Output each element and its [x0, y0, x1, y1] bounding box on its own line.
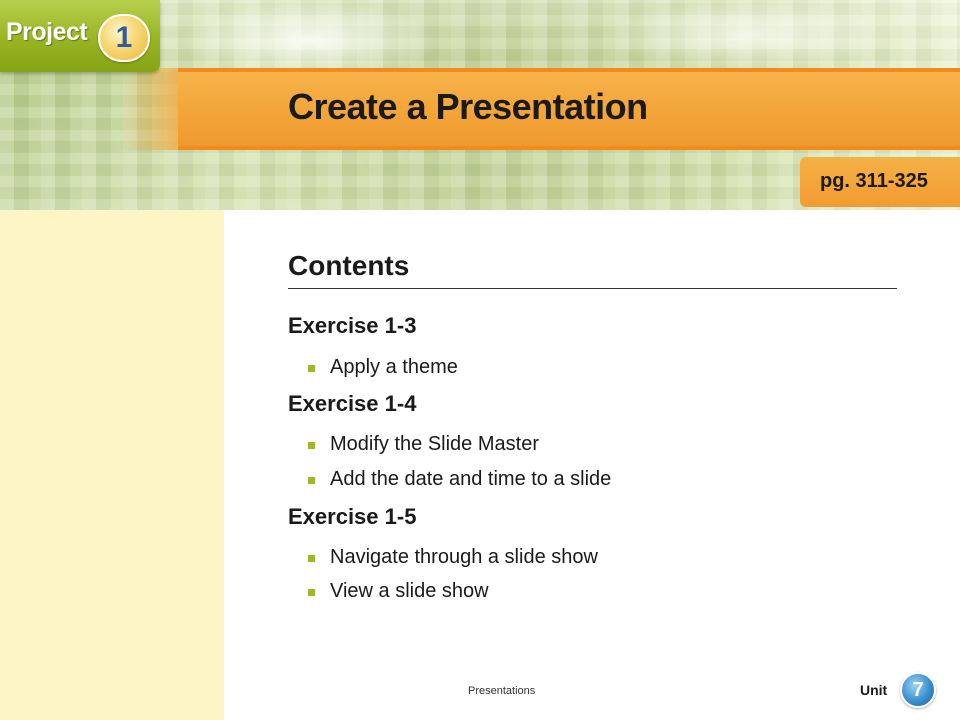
square-bullet-icon [308, 555, 315, 562]
contents-heading: Contents [288, 250, 410, 281]
list-item-text: View a slide show [330, 580, 489, 602]
list-item-text: Apply a theme [330, 356, 458, 378]
unit-label: Unit [860, 682, 888, 698]
square-bullet-icon [308, 477, 315, 484]
list-item-text: Add the date and time to a slide [330, 468, 612, 490]
page-reference-tab: pg. 311-325 [800, 157, 960, 207]
unit-number-badge: 7 [900, 672, 936, 708]
list-item-text: Navigate through a slide show [330, 546, 598, 568]
section-title-exercise-1-3: Exercise 1-3 [288, 313, 417, 338]
square-bullet-icon [308, 442, 315, 449]
footer-text: Presentations [468, 685, 536, 697]
contents-divider [288, 288, 897, 289]
page-reference: pg. 311-325 [820, 170, 928, 192]
square-bullet-icon [308, 365, 315, 372]
list-item-text: Modify the Slide Master [330, 433, 539, 455]
project-tab: Project 1 [0, 0, 160, 72]
slide-title: Create a Presentation [288, 86, 648, 127]
banner-highlight [600, 0, 900, 70]
slide: Create a Presentation Project 1 pg. 311-… [0, 0, 960, 720]
project-label: Project [6, 18, 88, 46]
square-bullet-icon [308, 589, 315, 596]
project-number-badge: 1 [98, 14, 150, 62]
sidebar [0, 210, 224, 720]
section-title-exercise-1-5: Exercise 1-5 [288, 504, 417, 529]
section-title-exercise-1-4: Exercise 1-4 [288, 391, 417, 416]
